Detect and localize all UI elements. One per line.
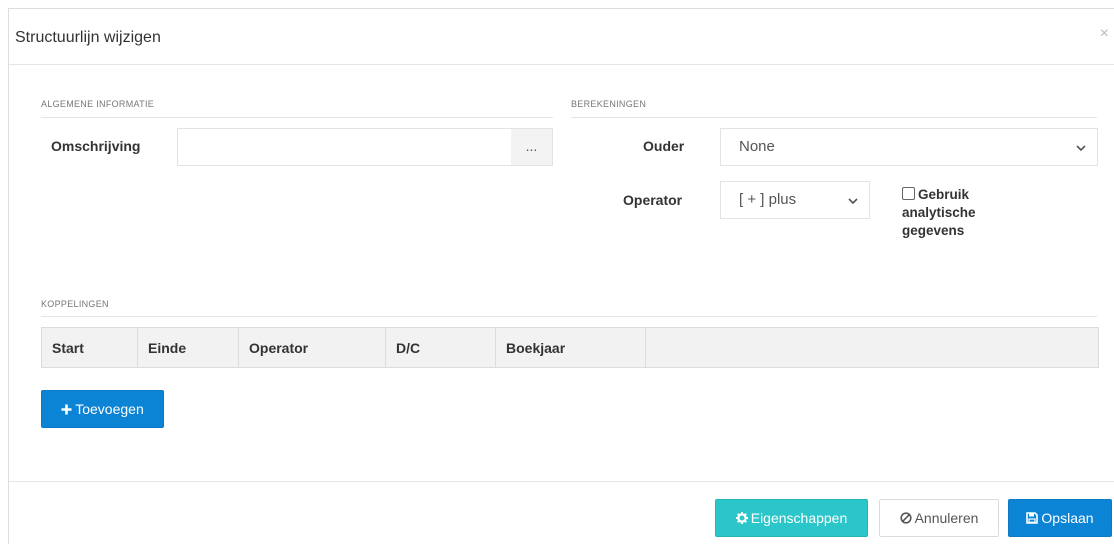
chevron-down-icon	[1075, 129, 1087, 165]
analytics-label-line2: analytische	[902, 205, 976, 220]
column-start[interactable]: Start	[41, 327, 138, 368]
links-table: Start Einde Operator D/C Boekjaar	[41, 327, 1099, 368]
analytics-label-line3: gegevens	[902, 223, 965, 238]
section-divider	[571, 117, 1097, 118]
properties-button-label: Eigenschappen	[750, 510, 848, 526]
operator-label: Operator	[623, 192, 683, 208]
description-ellipsis-button[interactable]: ...	[511, 128, 553, 166]
edit-structure-line-modal: Structuurlijn wijzigen × ALGEMENE INFORM…	[8, 8, 1114, 544]
add-button-label: Toevoegen	[75, 401, 144, 417]
cancel-button-label: Annuleren	[914, 510, 979, 526]
chevron-down-icon	[847, 182, 859, 218]
parent-select[interactable]: None	[720, 128, 1098, 166]
operator-select-value: [ + ] plus	[739, 191, 797, 208]
add-button[interactable]: Toevoegen	[41, 390, 164, 428]
properties-button[interactable]: Eigenschappen	[715, 499, 868, 537]
description-input[interactable]	[177, 128, 512, 166]
section-calculations-label: BEREKENINGEN	[571, 99, 647, 109]
column-dc[interactable]: D/C	[385, 327, 496, 368]
column-operator[interactable]: Operator	[238, 327, 386, 368]
save-button-label: Opslaan	[1041, 510, 1094, 526]
gear-icon	[735, 500, 748, 536]
modal-title: Structuurlijn wijzigen	[15, 29, 161, 46]
section-divider	[41, 316, 1097, 317]
save-button[interactable]: Opslaan	[1008, 499, 1112, 537]
column-end[interactable]: Einde	[137, 327, 239, 368]
analytics-label-line1: Gebruik	[918, 187, 970, 202]
parent-select-value: None	[739, 138, 775, 155]
description-label: Omschrijving	[51, 138, 141, 154]
cancel-button[interactable]: Annuleren	[879, 499, 999, 537]
section-divider	[41, 117, 553, 118]
ban-icon	[899, 500, 912, 536]
footer-divider	[9, 481, 1114, 482]
use-analytics-checkbox[interactable]: Gebruik analytische gegevens	[902, 186, 976, 240]
floppy-disk-icon	[1026, 500, 1039, 536]
column-actions	[645, 327, 1099, 368]
column-fiscal-year[interactable]: Boekjaar	[495, 327, 646, 368]
section-links-label: KOPPELINGEN	[41, 299, 109, 309]
table-header-row: Start Einde Operator D/C Boekjaar	[41, 327, 1099, 368]
plus-icon	[61, 391, 72, 427]
modal-header: Structuurlijn wijzigen ×	[9, 9, 1114, 65]
operator-select[interactable]: [ + ] plus	[720, 181, 870, 219]
section-general-label: ALGEMENE INFORMATIE	[41, 99, 155, 109]
checkbox-icon[interactable]	[902, 187, 915, 200]
parent-label: Ouder	[643, 138, 685, 154]
close-icon[interactable]: ×	[1100, 25, 1109, 43]
